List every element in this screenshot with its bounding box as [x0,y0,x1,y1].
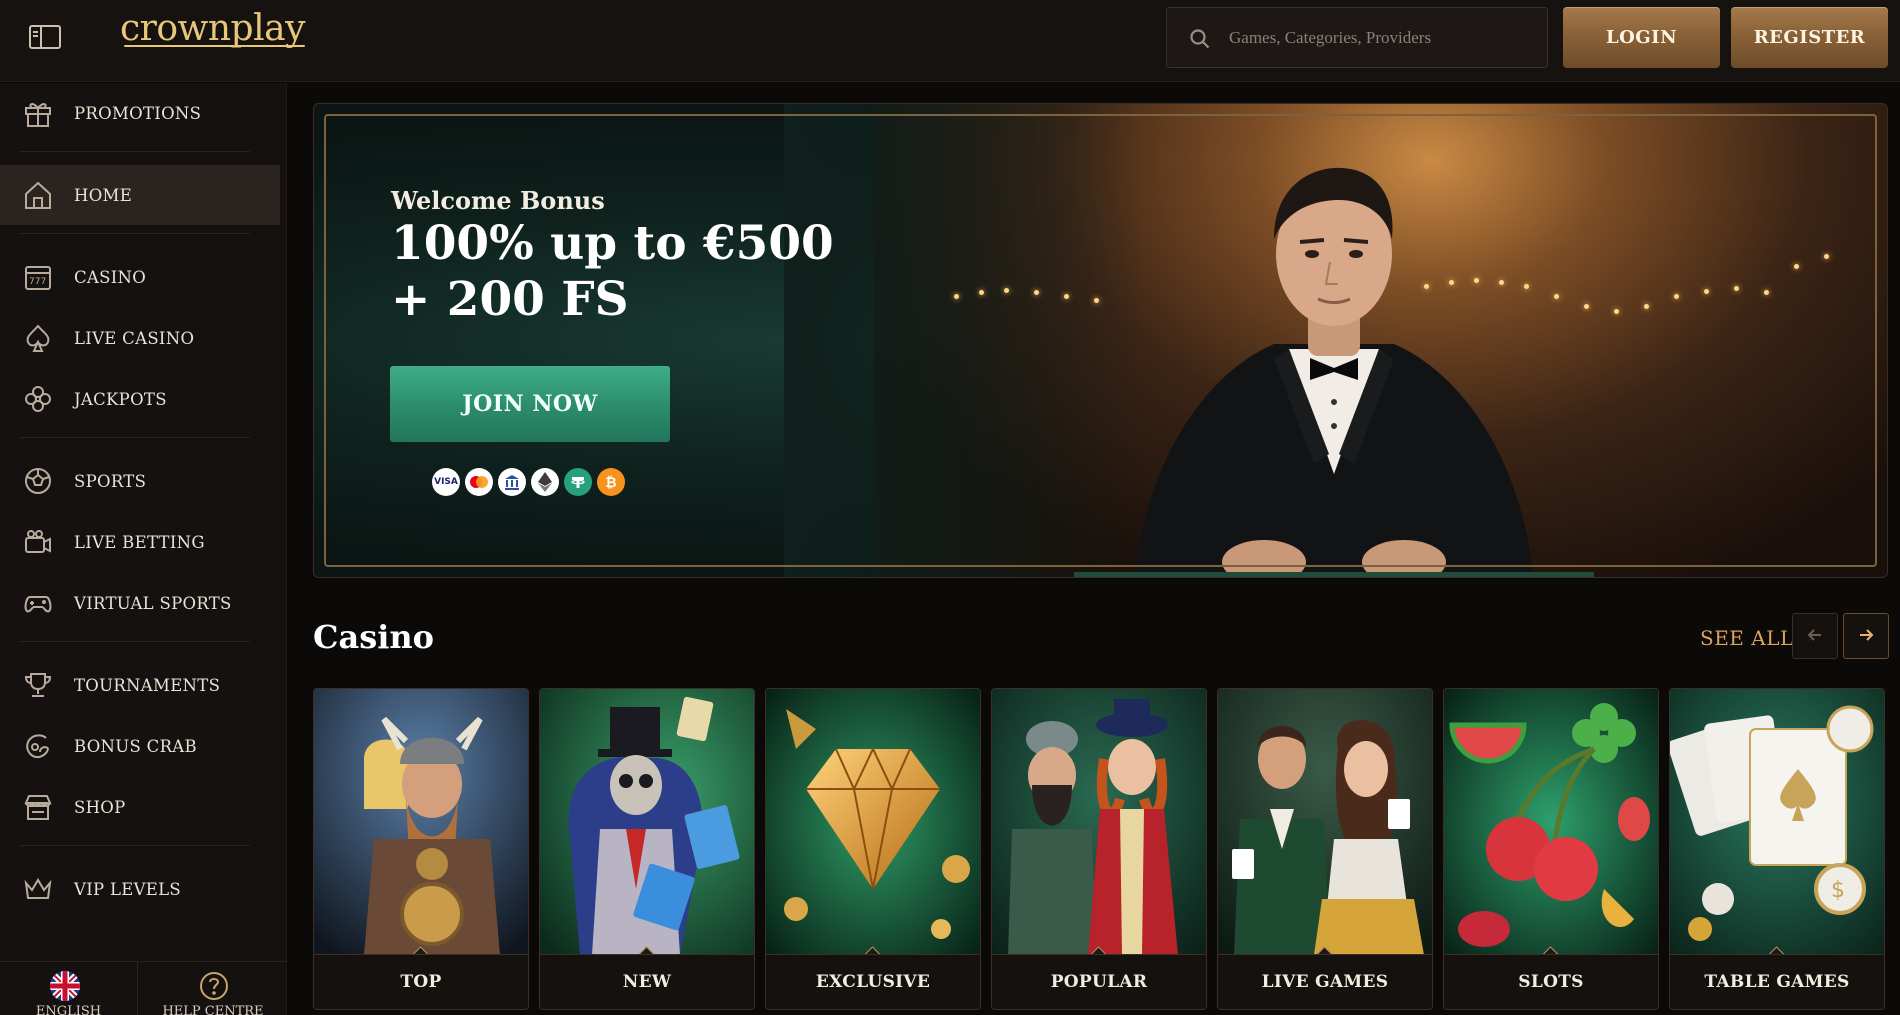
search-icon [1190,29,1210,49]
casino-category-carousel: TOP NEW EXCLUSIVE POPULAR LIVE GAMES SLO… [313,688,1888,1010]
fruit-slots-art [1444,689,1658,955]
category-tile-exclusive[interactable]: EXCLUSIVE [765,688,981,1010]
login-button[interactable]: LOGIN [1563,7,1720,68]
characters-art [992,689,1206,955]
bonus-free-spins: + 200 FS [391,272,629,327]
cards-chips-art: $ [1670,689,1884,955]
bonus-amount: 100% up to €500 [391,216,834,271]
magician-art [540,689,754,955]
tether-icon [564,468,592,496]
search-input[interactable] [1229,8,1539,67]
see-all-link[interactable]: SEE ALL [1700,626,1794,650]
bank-icon [498,468,526,496]
spade-icon [26,324,50,352]
home-icon [25,181,51,209]
live-tv-icon [25,530,51,553]
sidebar-item-label: LIVE CASINO [74,328,195,348]
welcome-bonus-banner[interactable]: Welcome Bonus 100% up to €500 + 200 FS J… [313,103,1888,578]
category-tile-new[interactable]: NEW [539,688,755,1010]
category-label: POPULAR [992,954,1206,1009]
gold-diamond-art [766,689,980,955]
sidebar-item-sports[interactable]: SPORTS [0,451,280,511]
sidebar-item-tournaments[interactable]: TOURNAMENTS [0,655,280,715]
claw-icon [26,734,49,759]
top-bar: crownplay LOGIN REGISTER [0,0,1900,82]
sidebar-item-label: BONUS CRAB [74,736,197,756]
live-dealers-art [1218,689,1432,955]
sidebar-item-bonus-crab[interactable]: BONUS CRAB [0,716,280,776]
bitcoin-icon: ₿ [597,468,625,496]
register-button[interactable]: REGISTER [1731,7,1888,68]
logo[interactable]: crownplay [120,8,305,49]
category-label: TABLE GAMES [1670,954,1884,1009]
category-label: NEW [540,954,754,1009]
sidebar-item-casino[interactable]: 777 CASINO [0,247,280,307]
sidebar-item-label: SPORTS [74,471,147,491]
trophy-icon [24,673,52,697]
arrow-left-icon [1807,628,1821,641]
category-tile-table-games[interactable]: $ TABLE GAMES [1669,688,1885,1010]
bonus-headline: 100% up to €500 + 200 FS [391,216,834,328]
ethereum-icon [531,468,559,496]
category-label: TOP [314,954,528,1009]
sidebar-item-label: SHOP [74,797,126,817]
sidebar-item-promotions[interactable]: PROMOTIONS [0,83,280,143]
sidebar-item-shop[interactable]: SHOP [0,777,280,837]
sidebar-item-label: TOURNAMENTS [74,675,221,695]
sidebar-item-home[interactable]: HOME [0,165,280,225]
join-now-button[interactable]: JOIN NOW [390,366,670,442]
sidebar-item-virtual-sports[interactable]: VIRTUAL SPORTS [0,573,280,633]
bonus-tagline: Welcome Bonus [391,186,605,215]
sidebar-item-label: VIRTUAL SPORTS [74,593,232,613]
category-tile-popular[interactable]: POPULAR [991,688,1207,1010]
sidebar-item-vip-levels[interactable]: VIP LEVELS [0,859,280,919]
sidebar-item-label: HOME [74,185,133,205]
category-label: LIVE GAMES [1218,954,1432,1009]
gift-icon [25,103,51,127]
category-label: SLOTS [1444,954,1658,1009]
svg-text:777: 777 [29,277,46,287]
sidebar-item-live-casino[interactable]: LIVE CASINO [0,308,280,368]
arrow-right-icon [1860,628,1874,641]
viking-warrior-art [314,689,528,955]
sidebar-item-live-betting[interactable]: LIVE BETTING [0,512,280,572]
uk-flag-icon [50,971,80,1001]
payment-methods: VISA ₿ [432,468,625,496]
search-box[interactable] [1166,7,1548,68]
language-label: ENGLISH [35,1004,102,1015]
banner-frame [324,114,1877,567]
soccer-ball-icon [25,468,51,494]
sidebar-item-jackpots[interactable]: JACKPOTS [0,369,280,429]
carousel-next-button[interactable] [1843,613,1889,659]
carousel-prev-button[interactable] [1792,613,1838,659]
category-tile-top[interactable]: TOP [313,688,529,1010]
category-label: EXCLUSIVE [766,954,980,1009]
clover-icon [25,386,51,412]
svg-text:$: $ [1831,878,1845,903]
visa-icon: VISA [432,468,460,496]
help-label: HELP CENTRE [162,1004,264,1015]
mastercard-icon [465,468,493,496]
logo-text: crownplay [120,8,305,49]
help-centre-button[interactable]: HELP CENTRE [139,962,287,1015]
sidebar-item-label: PROMOTIONS [74,103,202,123]
crown-icon [24,878,52,899]
sidebar-toggle-icon[interactable] [28,24,62,50]
sidebar-item-label: CASINO [74,267,147,287]
language-selector[interactable]: ENGLISH [0,962,138,1015]
category-tile-live-games[interactable]: LIVE GAMES [1217,688,1433,1010]
slot-machine-icon: 777 [25,266,51,290]
casino-section-title: Casino [313,618,434,656]
sidebar-item-label: JACKPOTS [74,389,167,409]
category-tile-slots[interactable]: SLOTS [1443,688,1659,1010]
gamepad-icon [24,596,52,613]
sidebar-footer: ENGLISH HELP CENTRE [0,961,287,1015]
help-icon [200,972,228,1000]
store-icon [24,795,52,820]
sidebar: PROMOTIONS HOME 777 CASINO LIVE CASINO J… [0,83,287,1015]
sidebar-item-label: LIVE BETTING [74,532,205,552]
sidebar-item-label: VIP LEVELS [74,879,182,899]
